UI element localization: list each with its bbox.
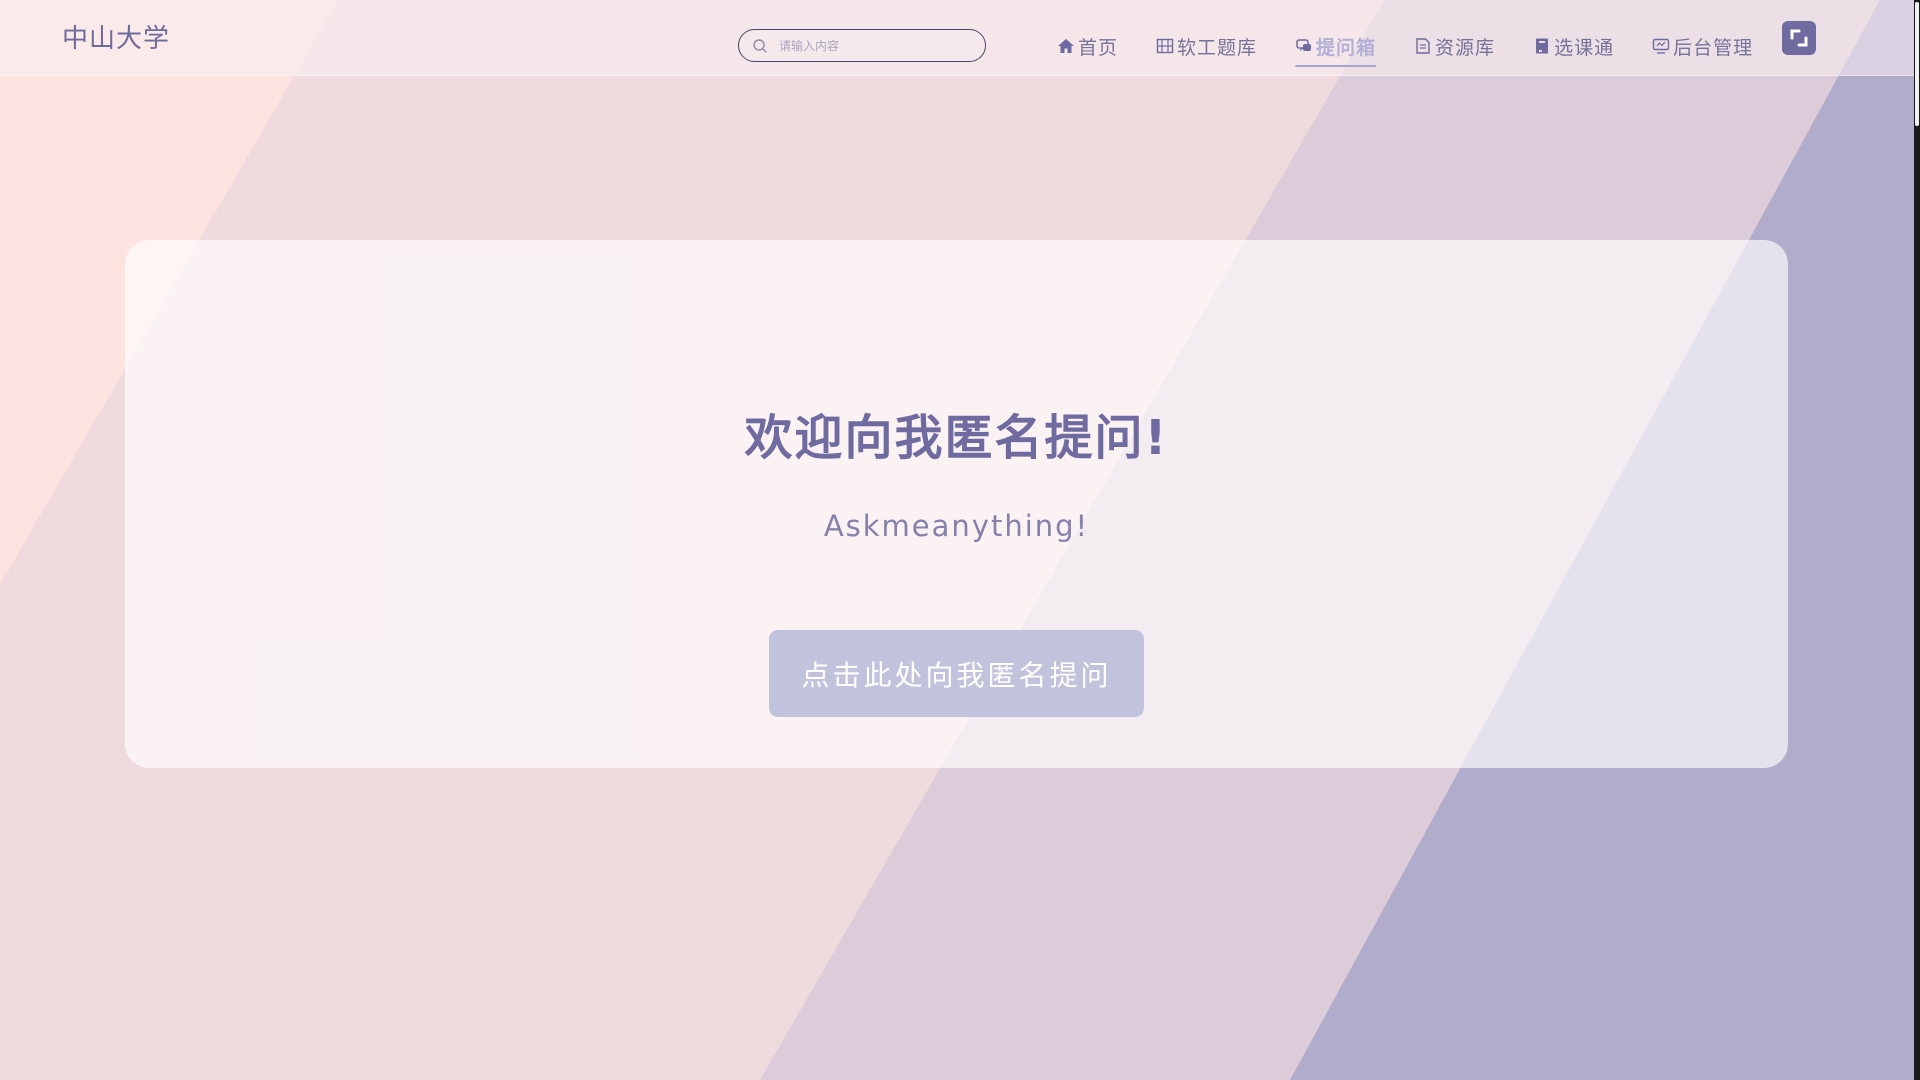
fullscreen-button[interactable] [1782, 21, 1816, 55]
nav-item-resources[interactable]: 资源库 [1414, 30, 1495, 62]
page-title: 欢迎向我匿名提问! [744, 410, 1169, 466]
document-icon [1416, 38, 1430, 54]
monitor-icon [1652, 38, 1670, 54]
brand-logo[interactable]: 中山大学 [62, 18, 170, 55]
book-icon [1536, 38, 1549, 54]
scrollbar-thumb[interactable] [1915, 2, 1919, 126]
nav-label: 提问箱 [1316, 36, 1377, 59]
ask-anonymous-button[interactable]: 点击此处向我匿名提问 [769, 630, 1144, 717]
nav-label: 后台管理 [1673, 36, 1754, 59]
nav-item-question-bank[interactable]: 软工题库 [1156, 30, 1257, 62]
page-subtitle: Askmeanything! [823, 509, 1090, 543]
search-input[interactable] [777, 35, 977, 57]
main-nav: 首页 软工题库 提问箱 资源库 选课通 后台管理 [1057, 30, 1753, 67]
nav-item-question-box[interactable]: 提问箱 [1295, 30, 1377, 67]
welcome-card: 欢迎向我匿名提问! Askmeanything! 点击此处向我匿名提问 [125, 240, 1788, 768]
nav-label: 首页 [1078, 36, 1119, 59]
top-navbar: 中山大学 首页 软工题库 [0, 0, 1914, 76]
home-icon [1058, 39, 1074, 53]
nav-item-home[interactable]: 首页 [1057, 30, 1118, 62]
nav-label: 选课通 [1554, 36, 1615, 59]
search-icon [753, 39, 767, 53]
nav-item-admin[interactable]: 后台管理 [1652, 30, 1753, 62]
grid-icon [1156, 38, 1174, 54]
search-box[interactable] [738, 29, 986, 62]
nav-label: 资源库 [1435, 36, 1496, 59]
fullscreen-icon [1790, 29, 1808, 47]
page-scrollbar[interactable] [1914, 0, 1920, 1080]
nav-label: 软工题库 [1177, 36, 1258, 59]
chat-icon [1296, 39, 1312, 52]
nav-item-course-select[interactable]: 选课通 [1533, 30, 1614, 62]
